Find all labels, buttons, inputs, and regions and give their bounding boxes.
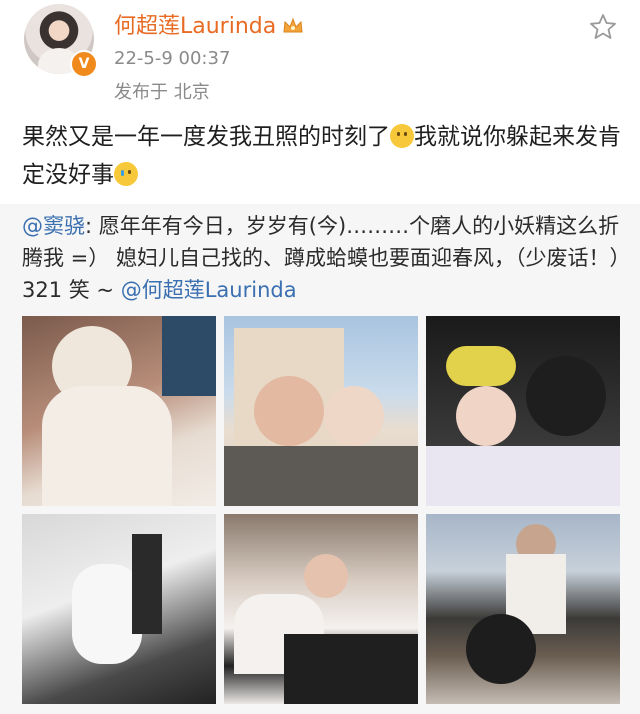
laugh-cry-emoji-icon [114,162,138,186]
photo-4[interactable] [22,514,216,704]
author-name[interactable]: 何超莲Laurinda [114,8,304,40]
mention-link[interactable]: @何超莲Laurinda [121,278,297,302]
star-icon[interactable] [588,12,618,42]
photo-3[interactable] [426,316,620,506]
repost-card[interactable]: @窦骁: 愿年年有今日，岁岁有(今)………个磨人的小妖精这么折腾我 =） 媳妇儿… [0,204,640,714]
author-name-text[interactable]: 何超莲Laurinda [114,14,276,39]
post-location: 发布于 北京 [114,82,210,103]
photo-5[interactable] [224,514,418,704]
post-header: V 何超莲Laurinda 22-5-9 00:37 发布于 北京 [0,0,640,110]
photo-grid [22,316,620,714]
verified-badge: V [70,50,98,78]
photo-6[interactable] [426,514,620,704]
repost-body: : 愿年年有今日，岁岁有(今)………个磨人的小妖精这么折腾我 =） 媳妇儿自己找… [22,214,620,302]
photo-2[interactable] [224,316,418,506]
smile-emoji-icon [390,124,414,148]
post-body: 果然又是一年一度发我丑照的时刻了 我就说你躲起来发肯定没好事 [22,118,622,194]
repost-author-mention[interactable]: @窦骁 [22,214,85,238]
photo-1[interactable] [22,316,216,506]
repost-text: @窦骁: 愿年年有今日，岁岁有(今)………个磨人的小妖精这么折腾我 =） 媳妇儿… [22,210,622,306]
post-text-part1: 果然又是一年一度发我丑照的时刻了 [22,124,390,150]
crown-icon [283,17,303,33]
post-timestamp: 22-5-9 00:37 [114,48,231,69]
